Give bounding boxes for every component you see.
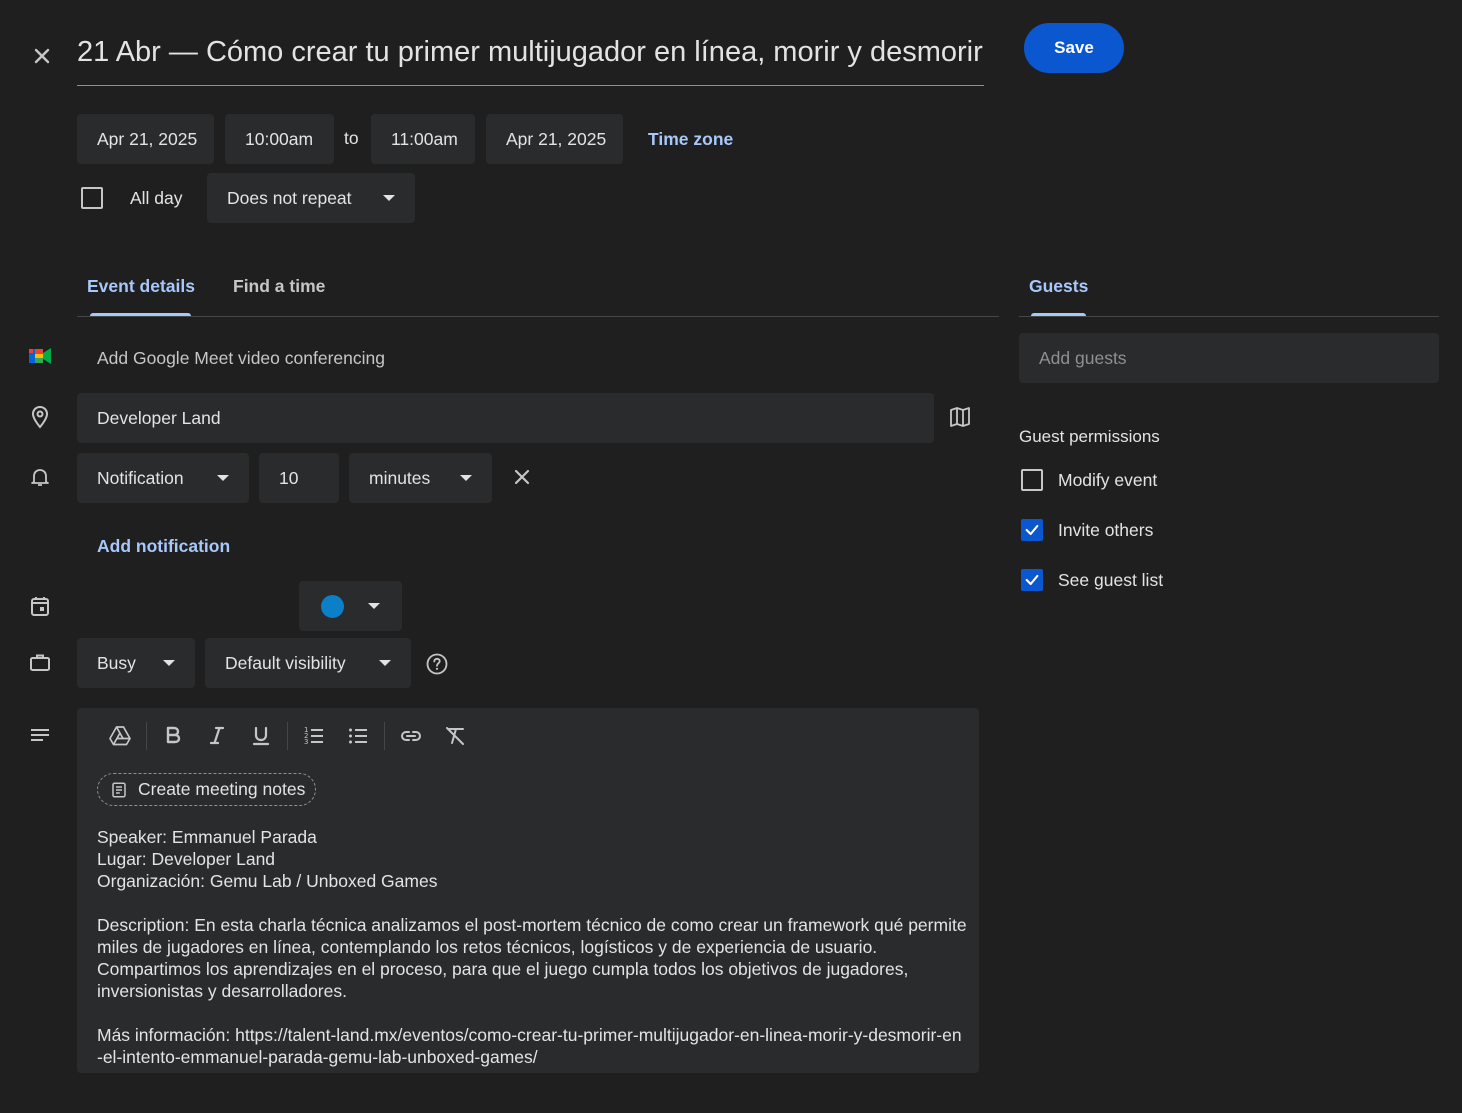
create-meeting-notes-button[interactable]: Create meeting notes xyxy=(97,773,317,806)
chevron-down-icon xyxy=(163,660,175,666)
calendar-icon xyxy=(28,594,52,618)
check-icon xyxy=(1025,524,1039,536)
close-icon xyxy=(514,469,530,485)
availability-dropdown[interactable]: Busy xyxy=(77,638,195,688)
notification-unit-label: minutes xyxy=(369,467,431,488)
help-icon xyxy=(426,653,448,675)
drive-attachment-button[interactable] xyxy=(102,718,138,754)
start-time-chip[interactable]: 10:00am xyxy=(225,114,334,164)
notification-type-label: Notification xyxy=(97,467,184,488)
numbered-list-button[interactable]: 123 xyxy=(296,718,332,754)
google-meet-icon xyxy=(28,344,52,368)
clear-formatting-icon xyxy=(446,727,464,745)
notes-icon xyxy=(112,782,126,797)
italic-button[interactable] xyxy=(199,718,235,754)
save-button[interactable]: Save xyxy=(1024,23,1124,73)
bold-icon xyxy=(166,726,181,744)
repeat-label: Does not repeat xyxy=(227,187,352,208)
invite-others-checkbox[interactable] xyxy=(1021,519,1043,541)
repeat-dropdown[interactable]: Does not repeat xyxy=(207,173,415,223)
description-line: Lugar: Developer Land xyxy=(97,849,276,869)
close-icon xyxy=(34,48,50,64)
modify-event-checkbox[interactable] xyxy=(1021,469,1043,491)
add-notification-link[interactable]: Add notification xyxy=(97,536,230,557)
description-line xyxy=(97,1002,967,1024)
editor-toolbar: 123 xyxy=(102,718,473,754)
map-icon[interactable] xyxy=(948,405,972,429)
location-input[interactable]: Developer Land xyxy=(77,393,934,443)
color-swatch xyxy=(321,594,344,618)
event-title-input[interactable]: 21 Abr — Cómo crear tu primer multijugad… xyxy=(77,26,984,78)
see-guest-list-checkbox[interactable] xyxy=(1021,569,1043,591)
description-text[interactable]: Speaker: Emmanuel Parada Lugar: Develope… xyxy=(97,826,967,1068)
tabs-divider xyxy=(77,316,999,317)
title-field[interactable]: 21 Abr — Cómo crear tu primer multijugad… xyxy=(77,26,984,86)
chevron-down-icon xyxy=(460,475,472,481)
chevron-down-icon xyxy=(383,195,395,201)
description-line: Description: En esta charla técnica anal… xyxy=(97,915,967,1001)
visibility-dropdown[interactable]: Default visibility xyxy=(205,638,411,688)
google-drive-icon xyxy=(109,726,131,746)
notification-type-dropdown[interactable]: Notification xyxy=(77,453,249,503)
bulleted-list-button[interactable] xyxy=(340,718,376,754)
tab-guests[interactable]: Guests xyxy=(1029,276,1088,297)
invite-others-label: Invite others xyxy=(1058,520,1154,540)
underline-button[interactable] xyxy=(243,718,279,754)
chevron-down-icon xyxy=(379,660,391,666)
description-line: Organización: Gemu Lab / Unboxed Games xyxy=(97,871,438,891)
description-line: Speaker: Emmanuel Parada xyxy=(97,827,317,847)
guests-divider xyxy=(1019,316,1439,317)
remove-notification-button[interactable] xyxy=(510,465,534,489)
chevron-down-icon xyxy=(368,603,380,609)
check-icon xyxy=(1025,574,1039,586)
see-guest-list-label: See guest list xyxy=(1058,570,1164,590)
time-zone-link[interactable]: Time zone xyxy=(648,129,733,150)
modify-event-label: Modify event xyxy=(1058,470,1158,490)
start-date-chip[interactable]: Apr 21, 2025 xyxy=(77,114,214,164)
link-icon xyxy=(400,731,422,741)
add-guests-input[interactable]: Add guests xyxy=(1019,333,1439,383)
close-button[interactable] xyxy=(26,40,58,72)
all-day-checkbox[interactable] xyxy=(81,187,103,209)
end-time-chip[interactable]: 11:00am xyxy=(371,114,475,164)
visibility-label: Default visibility xyxy=(225,652,346,673)
description-icon xyxy=(28,724,52,748)
guest-permissions-title: Guest permissions xyxy=(1019,427,1160,446)
description-line xyxy=(97,892,967,914)
add-meet-button[interactable]: Add Google Meet video conferencing xyxy=(97,348,385,369)
bold-button[interactable] xyxy=(155,718,191,754)
numbered-list-icon: 123 xyxy=(304,726,323,746)
tab-event-details[interactable]: Event details xyxy=(87,276,195,297)
event-color-dropdown[interactable] xyxy=(299,581,402,631)
chevron-down-icon xyxy=(217,475,229,481)
insert-link-button[interactable] xyxy=(393,718,429,754)
location-pin-icon xyxy=(28,405,52,429)
svg-text:3: 3 xyxy=(304,738,308,746)
briefcase-icon xyxy=(28,651,52,675)
italic-icon xyxy=(209,726,225,745)
to-label: to xyxy=(344,128,359,148)
toolbar-separator xyxy=(287,722,288,750)
create-meeting-notes-label: Create meeting notes xyxy=(138,779,306,799)
end-date-chip[interactable]: Apr 21, 2025 xyxy=(486,114,623,164)
availability-label: Busy xyxy=(97,652,136,673)
help-button[interactable] xyxy=(425,652,449,676)
notification-value-input[interactable]: 10 xyxy=(259,453,339,503)
toolbar-separator xyxy=(384,722,385,750)
all-day-label: All day xyxy=(130,188,183,208)
underline-icon xyxy=(252,726,270,746)
toolbar-separator xyxy=(146,722,147,750)
clear-formatting-button[interactable] xyxy=(437,718,473,754)
description-line: Más información: https://talent-land.mx/… xyxy=(97,1025,962,1067)
bell-icon xyxy=(28,465,52,489)
tab-find-a-time[interactable]: Find a time xyxy=(233,276,325,297)
notification-unit-dropdown[interactable]: minutes xyxy=(349,453,492,503)
bulleted-list-icon xyxy=(349,728,367,744)
